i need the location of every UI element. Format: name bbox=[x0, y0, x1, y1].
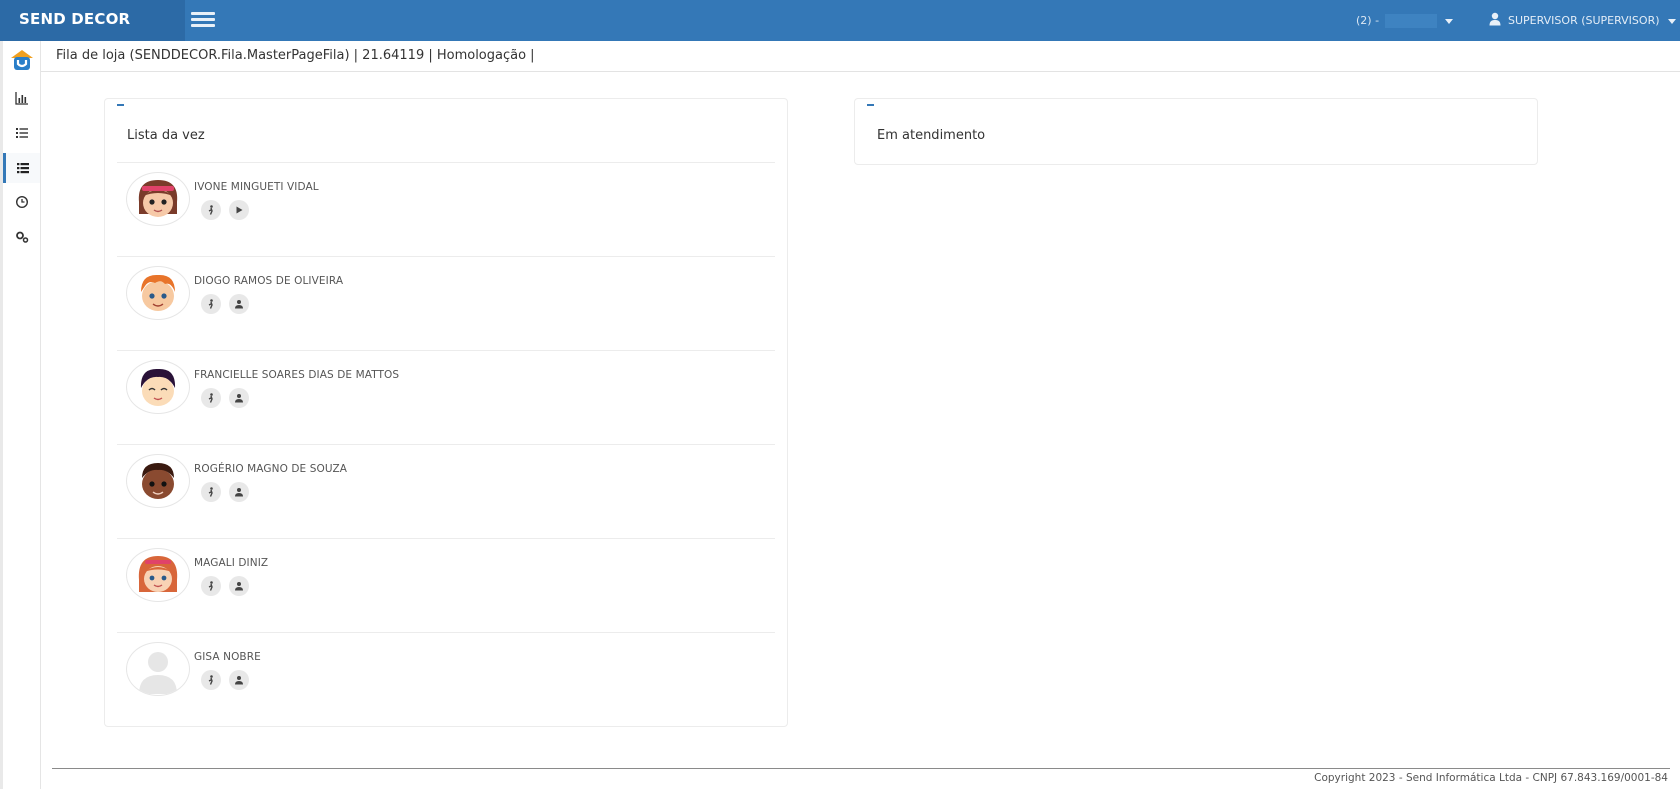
queue-panel-title: Lista da vez bbox=[127, 128, 205, 143]
person-name: ROGÉRIO MAGNO DE SOUZA bbox=[194, 463, 348, 475]
copyright-text: Copyright 2023 - Send Informática Ltda -… bbox=[1314, 772, 1668, 784]
list-item: GISA NOBRE bbox=[117, 633, 775, 727]
walk-icon[interactable] bbox=[201, 200, 221, 220]
person-name: IVONE MINGUETI VIDAL bbox=[194, 181, 319, 193]
store-selector[interactable]: (2) - bbox=[1356, 11, 1454, 31]
footer-divider bbox=[52, 768, 1670, 769]
girl-avatar-icon bbox=[126, 172, 190, 226]
sidebar-item-list[interactable] bbox=[3, 118, 40, 148]
girl-avatar-red-hair-icon bbox=[126, 548, 190, 602]
boy-avatar-icon bbox=[126, 266, 190, 320]
person-name: DIOGO RAMOS DE OLIVEIRA bbox=[194, 275, 344, 287]
sidebar-item-queue[interactable] bbox=[3, 153, 40, 183]
sidebar-item-history[interactable] bbox=[3, 187, 40, 217]
person-name: MAGALI DINIZ bbox=[194, 557, 269, 569]
list-numbered-icon bbox=[15, 128, 28, 138]
user-icon[interactable] bbox=[229, 576, 249, 596]
top-bar: SEND DECOR (2) - SUPERVISOR (SUPERVISOR) bbox=[0, 0, 1680, 41]
walk-icon[interactable] bbox=[201, 294, 221, 314]
brand-logo[interactable]: SEND DECOR bbox=[0, 0, 185, 41]
play-icon[interactable] bbox=[229, 200, 249, 220]
collapse-panel-icon[interactable] bbox=[117, 104, 124, 106]
user-menu[interactable]: SUPERVISOR (SUPERVISOR) bbox=[1488, 11, 1676, 31]
user-icon[interactable] bbox=[229, 294, 249, 314]
list-item: IVONE MINGUETI VIDAL bbox=[117, 163, 775, 257]
in-service-panel: Em atendimento bbox=[854, 98, 1538, 165]
walk-icon[interactable] bbox=[201, 388, 221, 408]
boy-avatar-dark-skin-icon bbox=[126, 454, 190, 508]
user-menu-label: SUPERVISOR (SUPERVISOR) bbox=[1508, 14, 1660, 27]
clock-icon bbox=[15, 195, 28, 209]
sidebar-item-reports[interactable] bbox=[3, 83, 40, 113]
store-name-redacted bbox=[1385, 14, 1438, 28]
in-service-panel-title: Em atendimento bbox=[877, 128, 986, 143]
queue-panel: Lista da vez IVONE MINGUETI VIDAL DIOGO … bbox=[104, 98, 788, 727]
store-selector-label: (2) - bbox=[1356, 14, 1380, 27]
avatar-black-hair-icon bbox=[126, 360, 190, 414]
list-icon bbox=[17, 163, 29, 174]
bar-chart-icon bbox=[14, 92, 28, 105]
person-name: FRANCIELLE SOARES DIAS DE MATTOS bbox=[194, 369, 400, 381]
hamburger-menu-icon[interactable] bbox=[191, 9, 215, 31]
list-item: DIOGO RAMOS DE OLIVEIRA bbox=[117, 257, 775, 351]
walk-icon[interactable] bbox=[201, 482, 221, 502]
chevron-down-icon bbox=[1667, 18, 1676, 24]
sidebar-item-settings[interactable] bbox=[3, 222, 40, 252]
default-avatar-icon bbox=[126, 642, 190, 696]
app-logo-icon[interactable] bbox=[9, 47, 35, 73]
walk-icon[interactable] bbox=[201, 576, 221, 596]
gears-icon bbox=[15, 231, 28, 243]
chevron-down-icon bbox=[1445, 18, 1454, 24]
walk-icon[interactable] bbox=[201, 670, 221, 690]
list-item: ROGÉRIO MAGNO DE SOUZA bbox=[117, 445, 775, 539]
list-item: FRANCIELLE SOARES DIAS DE MATTOS bbox=[117, 351, 775, 445]
list-item: MAGALI DINIZ bbox=[117, 539, 775, 633]
user-icon[interactable] bbox=[229, 388, 249, 408]
breadcrumb: Fila de loja (SENDDECOR.Fila.MasterPageF… bbox=[41, 41, 1680, 72]
user-icon[interactable] bbox=[229, 482, 249, 502]
person-name: GISA NOBRE bbox=[194, 651, 261, 663]
user-icon[interactable] bbox=[229, 670, 249, 690]
sidebar bbox=[0, 41, 41, 789]
user-icon bbox=[1489, 12, 1501, 26]
collapse-panel-icon[interactable] bbox=[867, 104, 874, 106]
